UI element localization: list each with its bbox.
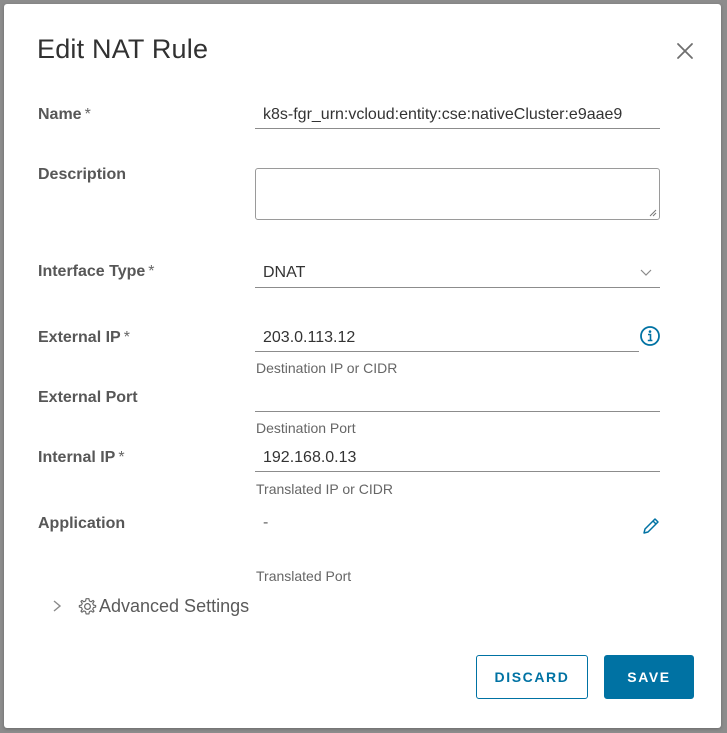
required-marker: * (148, 263, 155, 280)
name-input[interactable] (255, 101, 660, 129)
chevron-down-icon (640, 269, 652, 276)
interface-type-label: Interface Type * (38, 263, 155, 280)
close-icon[interactable] (674, 40, 696, 62)
internal-ip-label: Internal IP * (38, 449, 125, 466)
external-ip-helper: Destination IP or CIDR (256, 360, 398, 376)
chevron-right-icon (53, 600, 62, 612)
translated-port-helper: Translated Port (256, 568, 352, 584)
external-port-helper: Destination Port (256, 420, 356, 436)
pencil-icon[interactable] (640, 515, 662, 537)
interface-type-value: DNAT (263, 264, 306, 281)
advanced-settings-toggle[interactable]: Advanced Settings (50, 594, 249, 618)
required-marker: * (84, 106, 91, 123)
edit-nat-rule-dialog: Edit NAT Rule Name* Description Interfac… (4, 4, 721, 728)
external-ip-input[interactable] (255, 324, 639, 352)
external-ip-label: External IP * (38, 329, 130, 346)
info-icon[interactable] (639, 325, 661, 347)
save-button[interactable]: SAVE (604, 655, 694, 699)
internal-ip-helper: Translated IP or CIDR (256, 481, 393, 497)
discard-button[interactable]: DISCARD (476, 655, 588, 699)
internal-ip-input[interactable] (255, 444, 660, 472)
external-port-label: External Port (38, 389, 138, 406)
application-value: - (263, 514, 269, 531)
name-label: Name * (38, 106, 91, 123)
description-label: Description (38, 166, 127, 183)
resize-grip-icon[interactable] (648, 208, 657, 217)
dialog-title: Edit NAT Rule (37, 34, 209, 64)
interface-type-select[interactable]: DNAT (255, 258, 660, 288)
gear-icon (78, 597, 97, 614)
application-label: Application (38, 515, 126, 532)
required-marker: * (123, 329, 130, 346)
description-textarea[interactable] (255, 168, 660, 220)
required-marker: * (118, 449, 125, 466)
advanced-settings-label: Advanced Settings (99, 595, 250, 616)
external-port-input[interactable] (255, 384, 660, 412)
